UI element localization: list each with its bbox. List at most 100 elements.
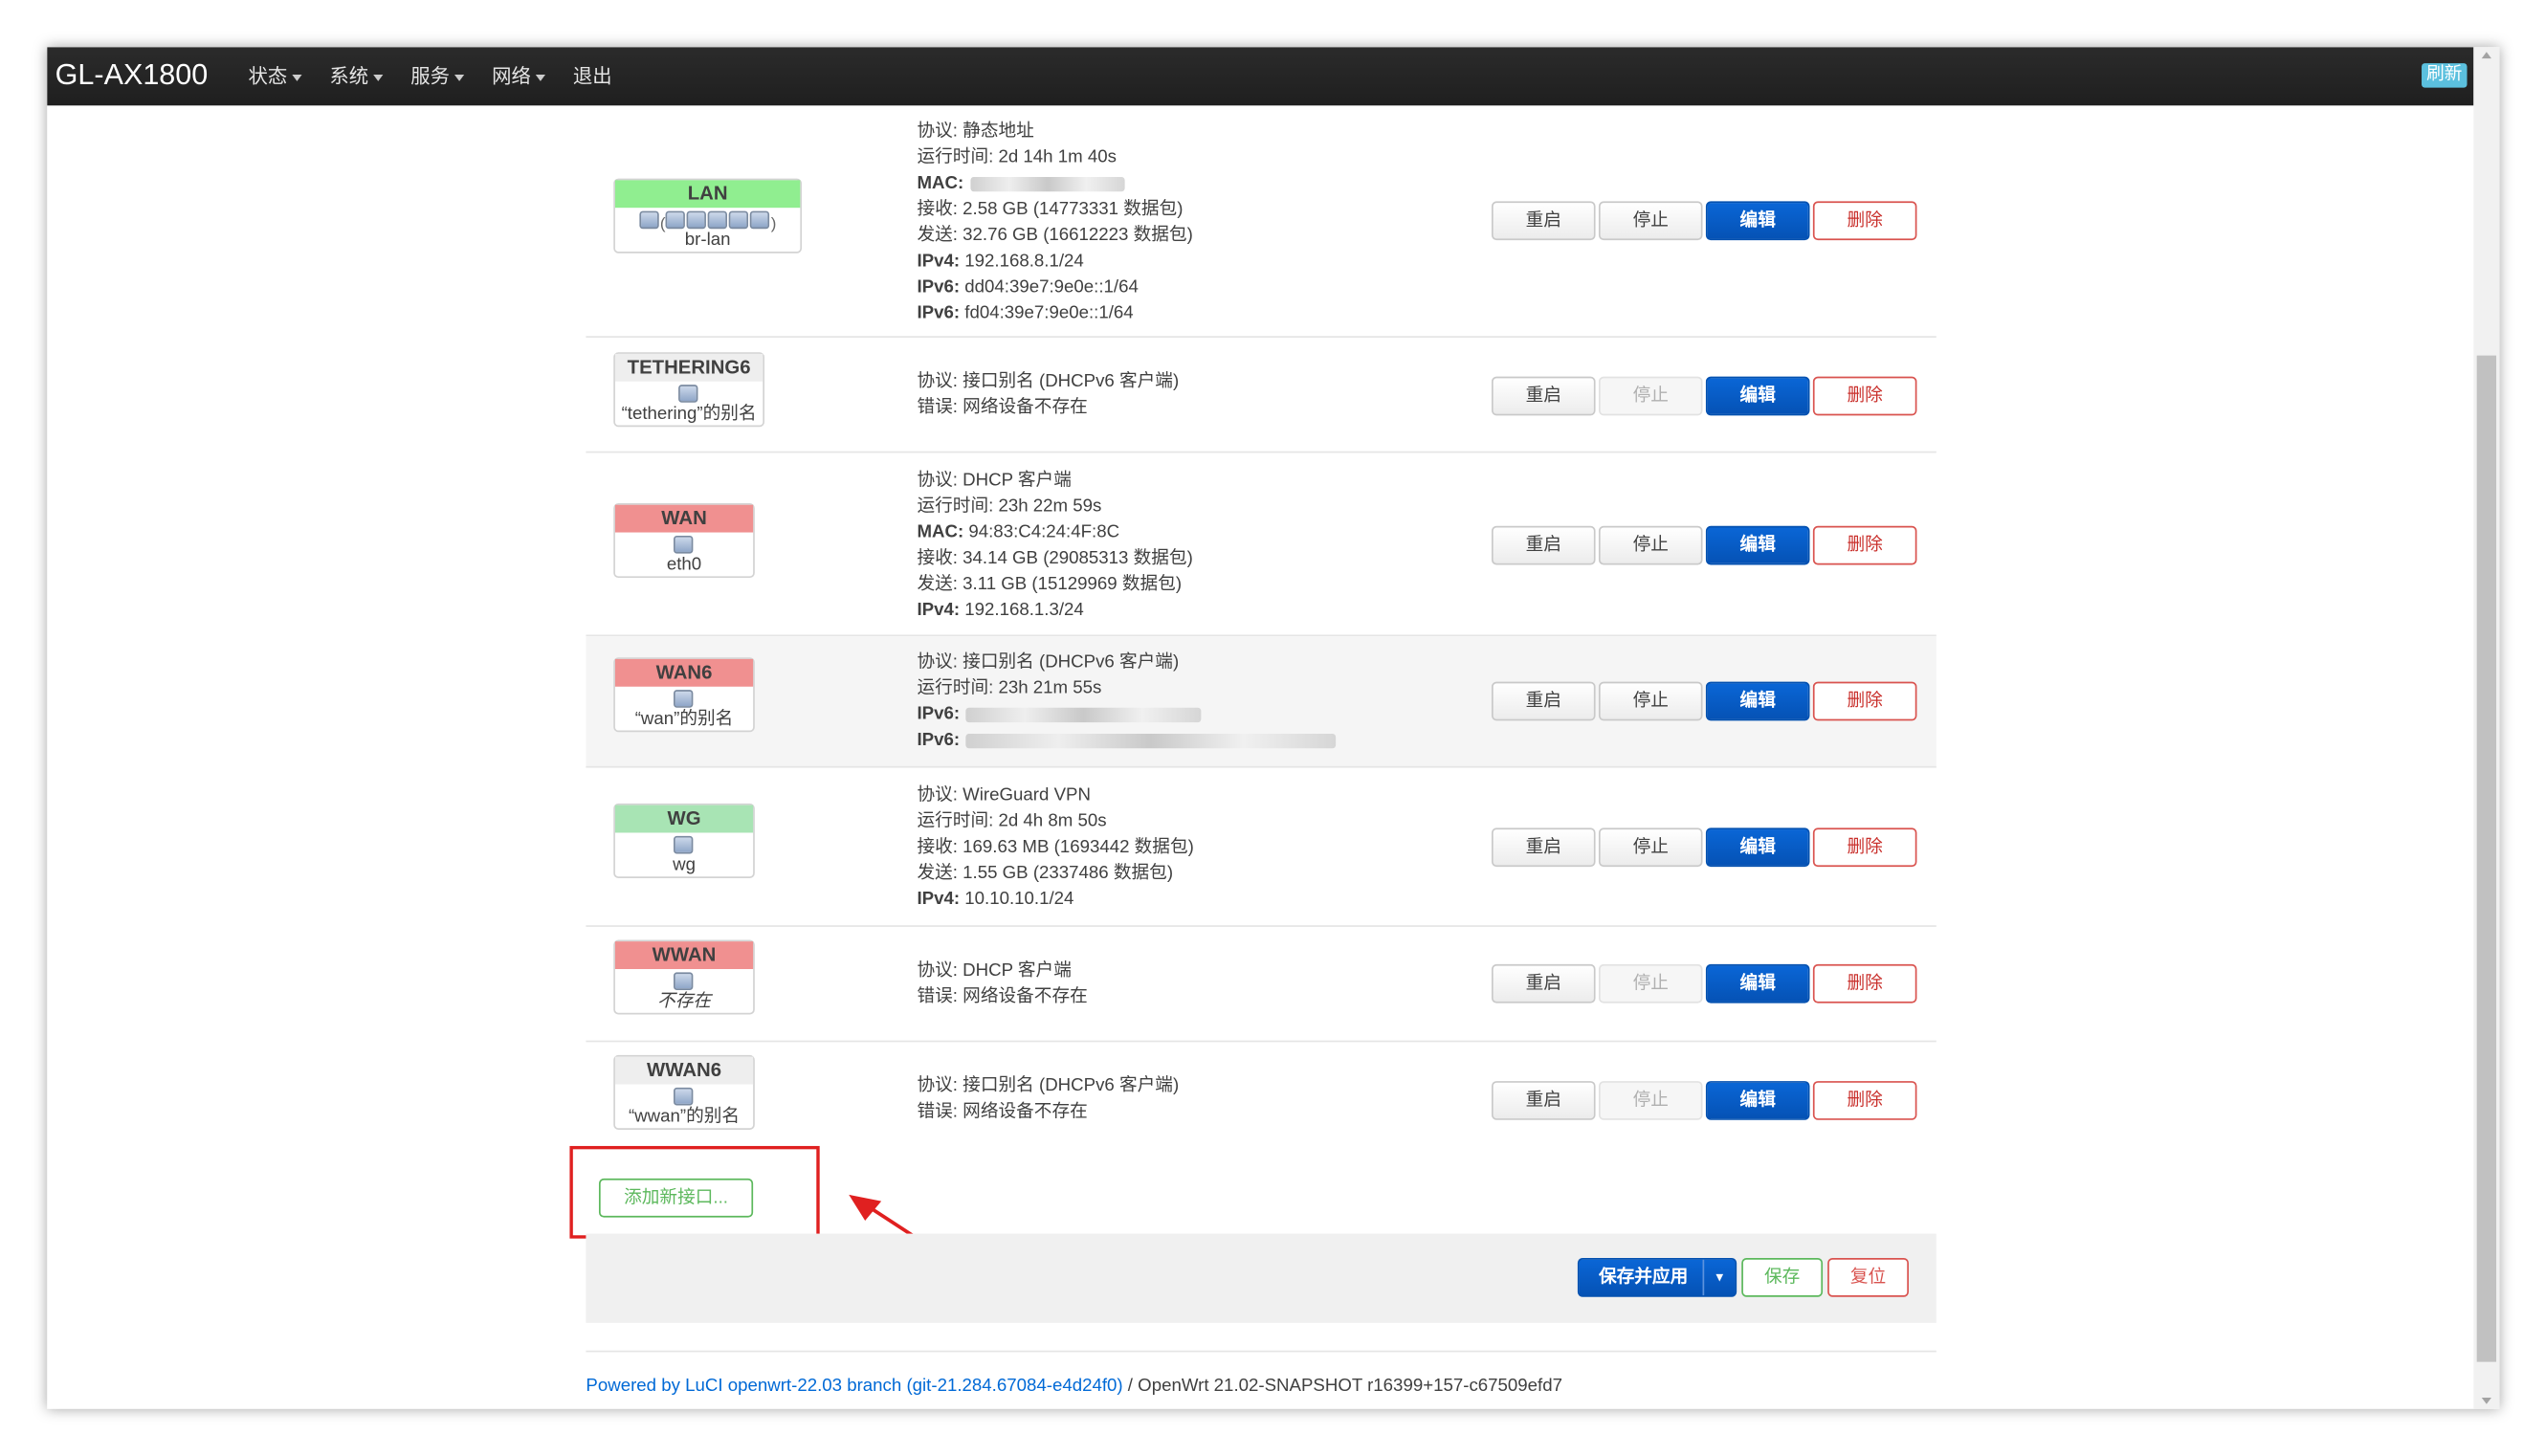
network-port-icon — [749, 210, 770, 230]
restart-button[interactable]: 重启 — [1491, 827, 1596, 868]
scroll-down-arrow-icon[interactable] — [2481, 1397, 2491, 1404]
status-label: 运行时间: — [917, 678, 994, 698]
status-label: 运行时间: — [917, 496, 994, 517]
status-value: fd04:39e7:9e0e::1/64 — [960, 303, 1134, 323]
edit-button[interactable]: 编辑 — [1705, 827, 1810, 868]
refresh-button[interactable]: 刷新 — [2422, 63, 2468, 88]
interface-row: WG wg 协议: WireGuard VPN 运行时间: 2d 4h 8m 50s 接… — [586, 768, 1936, 927]
menu-logout-label: 退出 — [572, 64, 612, 88]
status-line: 协议: DHCP 客户端 — [917, 468, 1192, 494]
restart-button[interactable]: 重启 — [1491, 681, 1596, 721]
delete-button[interactable]: 删除 — [1812, 681, 1917, 721]
scrollbar-thumb[interactable] — [2476, 355, 2497, 1362]
menu-network-label: 网络 — [492, 64, 531, 88]
status-label: IPv6: — [917, 704, 961, 724]
stop-button[interactable]: 停止 — [1598, 525, 1703, 565]
status-line: 发送: 3.11 GB (15129969 数据包) — [917, 571, 1192, 597]
edit-button[interactable]: 编辑 — [1705, 201, 1810, 241]
footer-divider — [586, 1350, 1936, 1353]
stop-button[interactable]: 停止 — [1598, 201, 1703, 241]
status-label: MAC: — [917, 522, 964, 542]
menu-status[interactable]: 状态 — [249, 47, 316, 105]
status-value: DHCP 客户端 — [957, 960, 1072, 981]
save-apply-button[interactable]: 保存并应用 ▾ — [1577, 1258, 1737, 1297]
interface-badge: WAN eth0 — [613, 503, 755, 579]
status-label: 运行时间: — [917, 147, 994, 167]
interface-row: TETHERING6 “tethering”的别名 协议: 接口别名 (DHCPv6… — [586, 338, 1936, 453]
restart-button[interactable]: 重启 — [1491, 1081, 1596, 1120]
status-line: 协议: 接口别名 (DHCPv6 客户端) — [917, 368, 1179, 394]
delete-button[interactable]: 删除 — [1812, 1081, 1917, 1120]
status-label: IPv4: — [917, 252, 961, 272]
interface-row: WAN6 “wan”的别名 协议: 接口别名 (DHCPv6 客户端) 运行时间: 2… — [586, 636, 1936, 768]
restart-button[interactable]: 重启 — [1491, 525, 1596, 565]
edit-button[interactable]: 编辑 — [1705, 1081, 1810, 1120]
device-icons — [615, 832, 753, 855]
delete-button[interactable]: 删除 — [1812, 963, 1917, 1004]
status-label: 错误: — [917, 986, 958, 1007]
status-line: MAC: — [917, 170, 1192, 196]
stop-button[interactable]: 停止 — [1598, 376, 1703, 416]
menu-system[interactable]: 系统 — [329, 47, 396, 105]
status-value: 192.168.8.1/24 — [960, 252, 1084, 272]
status-line: 协议: 接口别名 (DHCPv6 客户端) — [917, 650, 1336, 675]
status-line: 接收: 2.58 GB (14773331 数据包) — [917, 196, 1192, 222]
edit-button[interactable]: 编辑 — [1705, 525, 1810, 565]
vertical-scrollbar[interactable] — [2473, 47, 2500, 1409]
interface-badge: WAN6 “wan”的别名 — [613, 657, 755, 733]
firmware-version: OpenWrt 21.02-SNAPSHOT r16399+157-c67509… — [1138, 1376, 1562, 1397]
status-line: 发送: 32.76 GB (16612223 数据包) — [917, 222, 1192, 248]
edit-button[interactable]: 编辑 — [1705, 376, 1810, 416]
stop-button[interactable]: 停止 — [1598, 963, 1703, 1004]
status-label: 运行时间: — [917, 811, 994, 831]
top-navbar: GL-AX1800 状态 系统 服务 网络 退出 刷新 — [47, 47, 2474, 106]
restart-button[interactable]: 重启 — [1491, 376, 1596, 416]
network-port-icon — [674, 972, 694, 991]
restart-button[interactable]: 重启 — [1491, 963, 1596, 1004]
interface-name: WAN — [614, 504, 754, 533]
status-label: 错误: — [917, 397, 958, 418]
luci-link[interactable]: Powered by LuCI openwrt-22.03 branch (gi… — [586, 1377, 1122, 1396]
edit-button[interactable]: 编辑 — [1705, 963, 1810, 1004]
menu-network[interactable]: 网络 — [492, 47, 559, 105]
status-label: IPv4: — [917, 600, 961, 621]
network-port-icon — [728, 210, 749, 230]
delete-button[interactable]: 删除 — [1812, 376, 1917, 416]
stop-button[interactable]: 停止 — [1598, 827, 1703, 868]
network-port-icon — [678, 385, 698, 403]
interface-status-info: 协议: 静态地址 运行时间: 2d 14h 1m 40s MAC: 接收: 2.58 … — [917, 119, 1192, 326]
bridge-paren-close: ) — [770, 215, 777, 234]
status-value: 2d 4h 8m 50s — [993, 811, 1107, 831]
status-line: 运行时间: 2d 4h 8m 50s — [917, 808, 1193, 834]
status-value: dd04:39e7:9e0e::1/64 — [960, 277, 1139, 298]
scroll-up-arrow-icon[interactable] — [2481, 52, 2491, 59]
interface-name: TETHERING6 — [614, 353, 764, 382]
interface-actions: 重启 停止 编辑 删除 — [1491, 681, 1917, 721]
menu-services[interactable]: 服务 — [410, 47, 477, 105]
status-value: 34.14 GB (29085313 数据包) — [957, 548, 1193, 568]
restart-button[interactable]: 重启 — [1491, 201, 1596, 241]
chevron-down-icon — [373, 74, 384, 81]
status-line: IPv6: fd04:39e7:9e0e::1/64 — [917, 300, 1192, 326]
delete-button[interactable]: 删除 — [1812, 525, 1917, 565]
save-button[interactable]: 保存 — [1741, 1258, 1824, 1297]
edit-button[interactable]: 编辑 — [1705, 681, 1810, 721]
interface-actions: 重启 停止 编辑 删除 — [1491, 376, 1917, 416]
menu-logout[interactable]: 退出 — [573, 47, 625, 105]
status-value: 1.55 GB (2337486 数据包) — [957, 863, 1174, 884]
dropdown-caret-icon[interactable]: ▾ — [1702, 1259, 1736, 1296]
status-line: IPv6: — [917, 701, 1336, 727]
brand-title[interactable]: GL-AX1800 — [55, 58, 209, 93]
reset-button[interactable]: 复位 — [1827, 1258, 1909, 1297]
status-line: IPv4: 10.10.10.1/24 — [917, 886, 1193, 912]
delete-button[interactable]: 删除 — [1812, 827, 1917, 868]
status-value: 静态地址 — [957, 121, 1034, 142]
status-value: 94:83:C4:24:4F:8C — [963, 522, 1120, 542]
stop-button[interactable]: 停止 — [1598, 1081, 1703, 1120]
interface-device: wg — [673, 855, 696, 875]
stop-button[interactable]: 停止 — [1598, 681, 1703, 721]
status-value: 3.11 GB (15129969 数据包) — [957, 574, 1183, 595]
status-value: 23h 21m 55s — [993, 678, 1102, 698]
interface-badge: WWAN6 “wwan”的别名 — [613, 1054, 755, 1130]
delete-button[interactable]: 删除 — [1812, 201, 1917, 241]
